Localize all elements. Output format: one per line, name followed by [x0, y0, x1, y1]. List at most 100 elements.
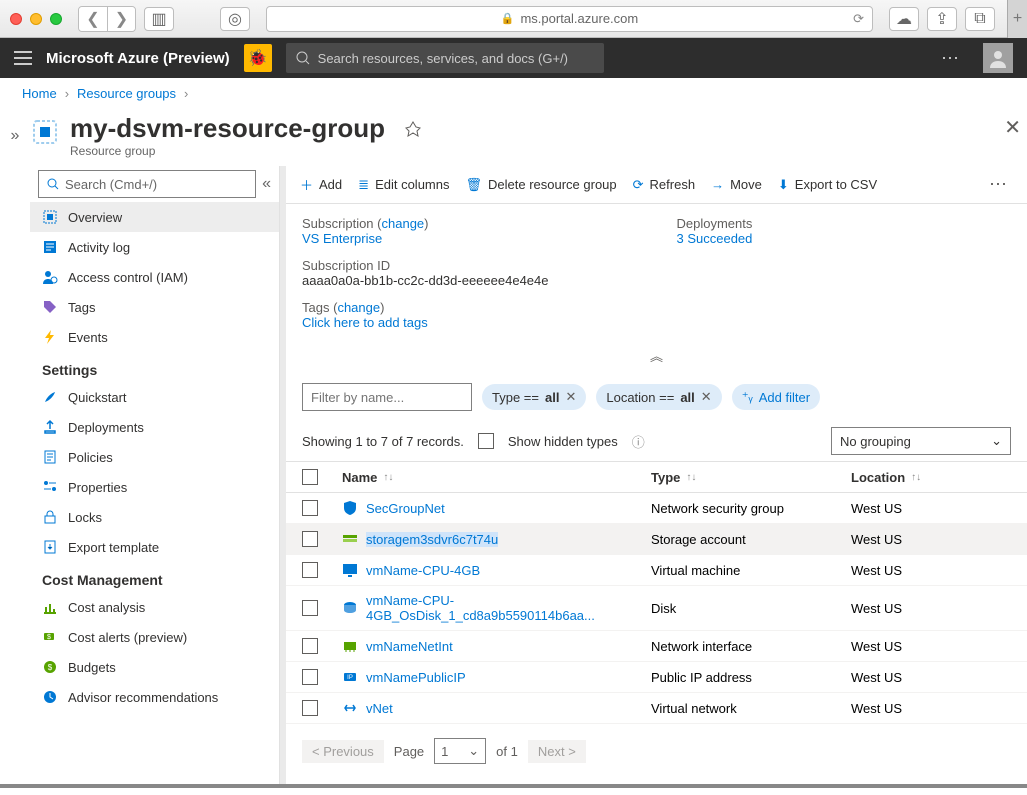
resource-location: West US: [851, 601, 1011, 616]
tags-change-link[interactable]: change: [337, 300, 380, 315]
tags-label: Tags: [302, 300, 329, 315]
sidebar-item-deployments[interactable]: Deployments: [30, 412, 279, 442]
resource-link[interactable]: SecGroupNet: [342, 500, 651, 516]
sidebar-item-locks[interactable]: Locks: [30, 502, 279, 532]
menu-icon[interactable]: [14, 51, 32, 65]
hidden-types-checkbox[interactable]: [478, 433, 494, 449]
edit-columns-button[interactable]: ≣Edit columns: [358, 177, 449, 193]
collapse-icon[interactable]: «: [262, 175, 271, 193]
close-icon[interactable]: ✕: [1004, 115, 1021, 140]
essentials-collapse-icon[interactable]: ︽: [302, 342, 1011, 369]
cloud-button[interactable]: ☁: [889, 7, 919, 31]
tabs-button[interactable]: ⧉: [965, 7, 995, 31]
grouping-select[interactable]: No grouping ⌄: [831, 427, 1011, 455]
close-window[interactable]: [10, 13, 22, 25]
resource-link[interactable]: storagem3sdvr6c7t74u: [342, 531, 651, 547]
row-checkbox[interactable]: [302, 562, 318, 578]
sidebar-item-tags[interactable]: Tags: [30, 292, 279, 322]
subscription-link[interactable]: VS Enterprise: [302, 231, 637, 246]
sidebar-search[interactable]: Search (Cmd+/): [38, 170, 256, 198]
resource-type: Disk: [651, 601, 851, 616]
topbar-more-icon[interactable]: ⋯: [931, 48, 969, 69]
row-checkbox[interactable]: [302, 638, 318, 654]
clear-filter-icon[interactable]: ✕: [701, 389, 712, 405]
maximize-window[interactable]: [50, 13, 62, 25]
url-bar[interactable]: 🔒 ms.portal.azure.com ⟳: [266, 6, 873, 32]
resource-type: Virtual network: [651, 701, 851, 716]
table-row: vmName-CPU-4GB_OsDisk_1_cd8a9b5590114b6a…: [286, 586, 1027, 631]
add-button[interactable]: ＋Add: [300, 175, 342, 194]
resource-link[interactable]: vmNameNetInt: [342, 638, 651, 654]
share-button[interactable]: ⇪: [927, 7, 957, 31]
col-location[interactable]: Location↑↓: [851, 470, 1011, 485]
row-checkbox[interactable]: [302, 500, 318, 516]
resource-table: Name↑↓ Type↑↓ Location↑↓ SecGroupNet Netw…: [286, 461, 1027, 724]
sort-icon: ↑↓: [383, 472, 393, 483]
export-button[interactable]: ⬇Export to CSV: [778, 177, 877, 193]
url-text: ms.portal.azure.com: [520, 11, 638, 26]
page-select[interactable]: 1 ⌄: [434, 738, 486, 764]
sidebar-item-advisor-recommendations[interactable]: Advisor recommendations: [30, 682, 279, 712]
prev-page-button[interactable]: < Previous: [302, 740, 384, 763]
tag-icon: [42, 299, 58, 315]
select-all-checkbox[interactable]: [302, 469, 318, 485]
reload-icon[interactable]: ⟳: [853, 11, 864, 27]
col-name[interactable]: Name↑↓: [342, 470, 651, 485]
clear-filter-icon[interactable]: ✕: [565, 389, 576, 405]
sidebar-item-events[interactable]: Events: [30, 322, 279, 352]
info-icon[interactable]: ⓘ: [632, 432, 645, 451]
global-search[interactable]: Search resources, services, and docs (G+…: [286, 43, 605, 73]
row-checkbox[interactable]: [302, 700, 318, 716]
sidebar-item-properties[interactable]: Properties: [30, 472, 279, 502]
next-page-button[interactable]: Next >: [528, 740, 586, 763]
advisor-icon: [42, 689, 58, 705]
reader-button[interactable]: ◎: [220, 7, 250, 31]
pin-icon[interactable]: [405, 121, 421, 137]
tags-add-link[interactable]: Click here to add tags: [302, 315, 637, 330]
log-icon: [42, 239, 58, 255]
subscription-change-link[interactable]: change: [382, 216, 425, 231]
row-checkbox[interactable]: [302, 600, 318, 616]
sidebar-item-budgets[interactable]: $Budgets: [30, 652, 279, 682]
sidebar-item-access-control-iam-[interactable]: Access control (IAM): [30, 262, 279, 292]
resource-link[interactable]: vmName-CPU-4GB: [342, 562, 651, 578]
breadcrumb-home[interactable]: Home: [22, 86, 57, 101]
back-button[interactable]: ❮: [79, 7, 107, 31]
resource-link[interactable]: vNet: [342, 700, 651, 716]
resource-link[interactable]: IPvmNamePublicIP: [342, 669, 651, 685]
filter-location-pill[interactable]: Location == all ✕: [596, 384, 721, 410]
sidebar-item-export-template[interactable]: Export template: [30, 532, 279, 562]
filter-name-input[interactable]: [302, 383, 472, 411]
new-tab-button[interactable]: +: [1007, 0, 1027, 38]
sidebar-item-quickstart[interactable]: Quickstart: [30, 382, 279, 412]
sidebar-item-cost-analysis[interactable]: Cost analysis: [30, 592, 279, 622]
sidebar-item-label: Overview: [68, 210, 122, 225]
delete-button[interactable]: 🗑Delete resource group: [465, 177, 616, 193]
row-checkbox[interactable]: [302, 531, 318, 547]
toolbar-more-icon[interactable]: ⋯: [983, 174, 1013, 195]
deployments-link[interactable]: 3 Succeeded: [677, 231, 1012, 246]
refresh-button[interactable]: ⟳Refresh: [633, 177, 695, 193]
move-button[interactable]: →Move: [711, 177, 762, 192]
sidebar-section-cost: Cost Management: [30, 562, 279, 592]
resource-type: Public IP address: [651, 670, 851, 685]
expand-handle-icon[interactable]: »: [0, 109, 30, 784]
filter-type-pill[interactable]: Type == all ✕: [482, 384, 586, 410]
resource-type: Network interface: [651, 639, 851, 654]
sidebar-toggle[interactable]: ▥: [144, 7, 174, 31]
preview-badge-icon[interactable]: 🐞: [244, 44, 272, 72]
minimize-window[interactable]: [30, 13, 42, 25]
add-filter-icon: ⁺ᵧ: [742, 389, 753, 405]
sidebar-item-policies[interactable]: Policies: [30, 442, 279, 472]
sidebar-item-activity-log[interactable]: Activity log: [30, 232, 279, 262]
cube-icon: [42, 209, 58, 225]
sidebar-item-overview[interactable]: Overview: [30, 202, 279, 232]
breadcrumb-resource-groups[interactable]: Resource groups: [77, 86, 176, 101]
sidebar-item-cost-alerts-preview-[interactable]: $Cost alerts (preview): [30, 622, 279, 652]
forward-button[interactable]: ❯: [107, 7, 135, 31]
row-checkbox[interactable]: [302, 669, 318, 685]
avatar[interactable]: [983, 43, 1013, 73]
resource-link[interactable]: vmName-CPU-4GB_OsDisk_1_cd8a9b5590114b6a…: [342, 593, 651, 623]
add-filter-button[interactable]: ⁺ᵧ Add filter: [732, 384, 820, 410]
col-type[interactable]: Type↑↓: [651, 470, 851, 485]
